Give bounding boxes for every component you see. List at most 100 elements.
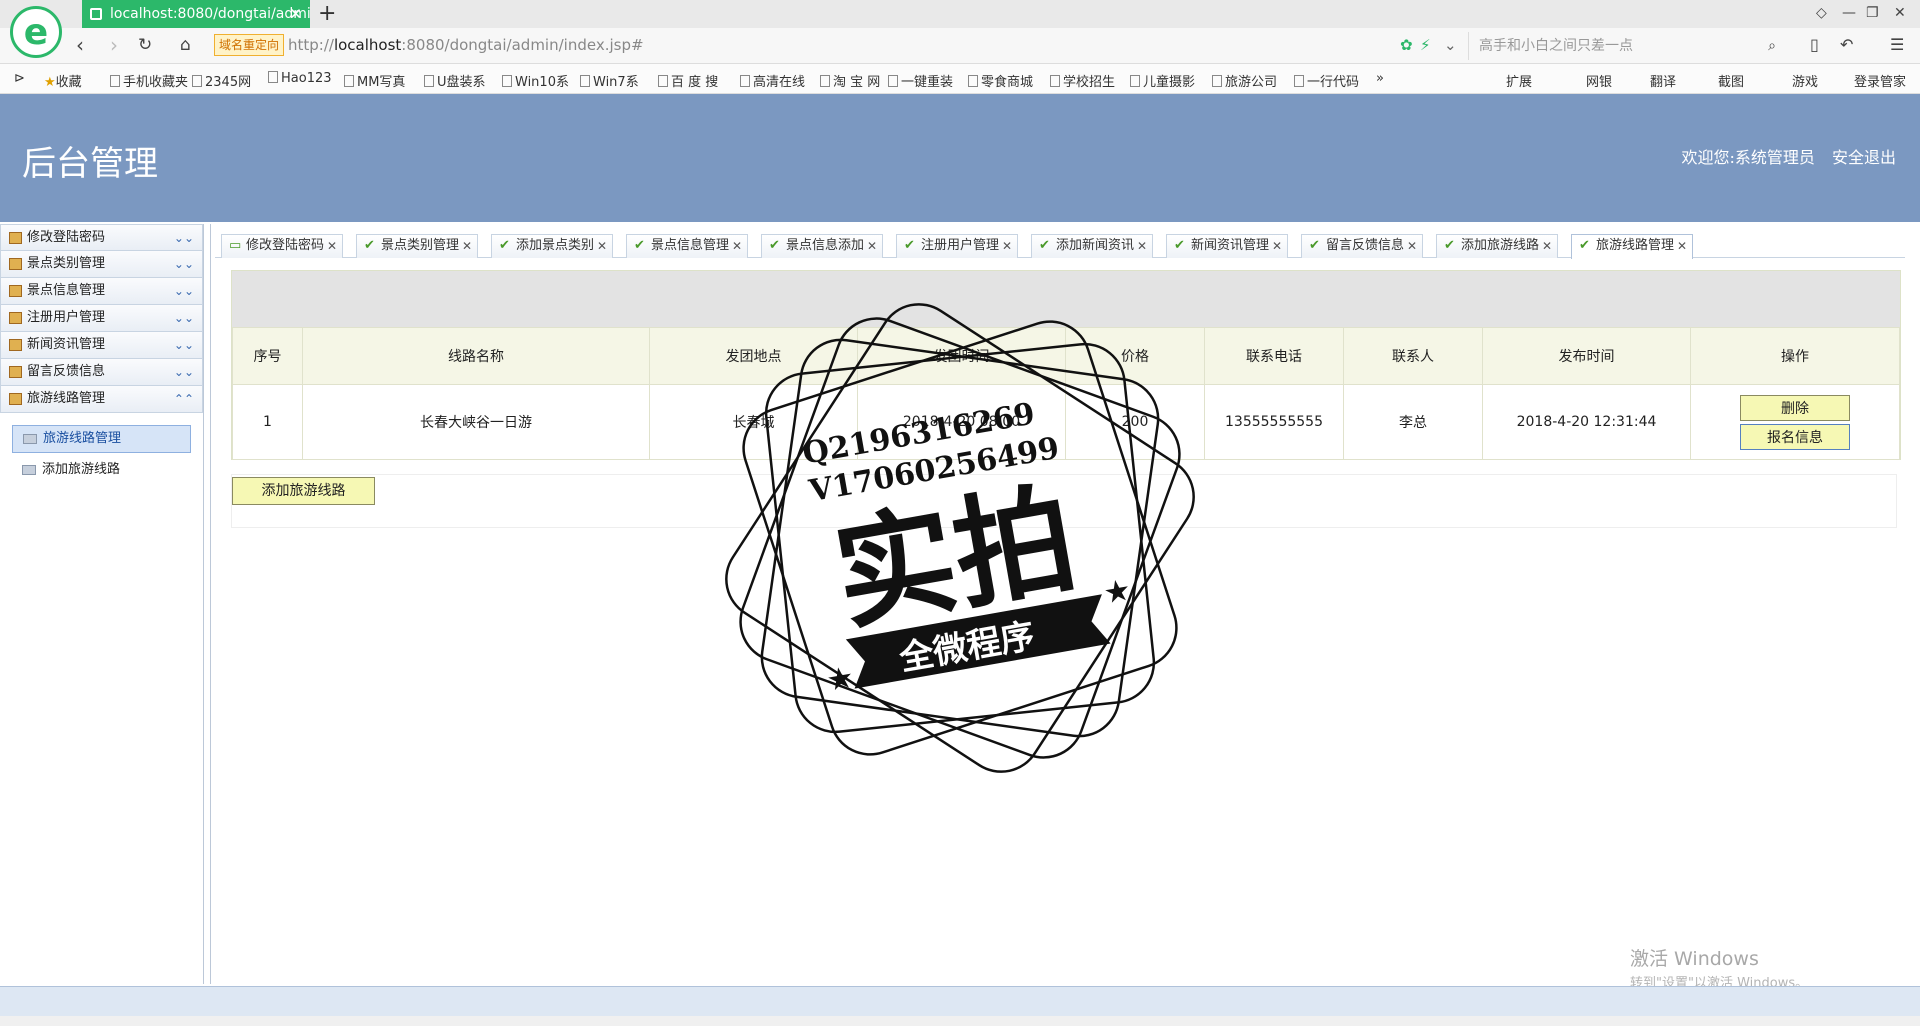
close-icon[interactable]: ✕ [1677,235,1687,257]
tab-add-category[interactable]: ✔ 添加景点类别 ✕ [491,234,614,258]
close-window-icon[interactable]: ✕ [1894,5,1906,21]
search-input[interactable]: 高手和小白之间只差一点 ⌕ [1468,32,1782,60]
sidebar-item-attraction-category[interactable]: 景点类别管理 ⌄⌄ [0,251,203,278]
undo-icon[interactable]: ↶ [1840,35,1853,54]
tab-add-attraction[interactable]: ✔ 景点信息添加 ✕ [761,234,884,258]
url-rest: :8080/dongtai/admin/index.jsp# [401,36,644,54]
reading-icon[interactable]: ▯ [1810,35,1819,54]
close-icon[interactable]: ✕ [1542,235,1552,257]
bookmark-item[interactable]: 旅游公司 [1212,71,1277,90]
close-icon[interactable]: ✕ [597,235,607,257]
skin-icon[interactable]: ◇ [1816,5,1827,21]
new-tab-button[interactable]: + [318,0,336,28]
maximize-icon[interactable]: ❐ [1866,5,1879,21]
tab-users[interactable]: ✔ 注册用户管理 ✕ [896,234,1019,258]
security-icon[interactable]: ✿ [1400,36,1413,54]
cell-contact: 李总 [1343,384,1483,460]
tab-change-password[interactable]: ▭ 修改登陆密码 ✕ [221,234,344,258]
bookmark-item[interactable]: MM写真 [344,71,405,90]
tool-login-manager[interactable]: 登录管家 [1854,71,1906,90]
sidebar-item-news[interactable]: 新闻资讯管理 ⌄⌄ [0,332,203,359]
dropdown-icon[interactable]: ⌄ [1444,36,1457,54]
chevron-down-icon: ⌄⌄ [173,284,194,298]
route-table: 序号 线路名称 发团地点 发团时间 价格 联系电话 联系人 发布时间 操作 1 … [232,327,1900,460]
url-field[interactable]: http://localhost:8080/dongtai/admin/inde… [288,36,644,54]
close-icon[interactable]: ✕ [1137,235,1147,257]
bookmark-item[interactable]: 百 度 搜 [658,71,718,90]
bookmark-item[interactable]: 学校招生 [1050,71,1115,90]
tool-games[interactable]: 游戏 [1792,71,1818,90]
bookmark-item[interactable]: 儿童摄影 [1130,71,1195,90]
bookmark-item[interactable]: 手机收藏夹 [110,71,188,90]
signup-info-button[interactable]: 报名信息 [1740,423,1850,450]
sidebar-toggle-icon[interactable]: ⊳ [14,71,25,86]
bookmark-favorites[interactable]: ★收藏 [44,71,82,90]
tool-banking[interactable]: 网银 [1586,71,1612,90]
bookmark-item[interactable]: 2345网 [192,71,251,90]
submenu-route-add[interactable]: 添加旅游线路 [12,457,191,485]
sidebar-item-users[interactable]: 注册用户管理 ⌄⌄ [0,305,203,332]
tab-feedback[interactable]: ✔ 留言反馈信息 ✕ [1301,234,1424,258]
content-tabs: ▭ 修改登陆密码 ✕ ✔ 景点类别管理 ✕ ✔ 添加景点类别 ✕ ✔ 景点信息管理 ✕ ✔ 景点信… [215,230,1905,259]
tab-news[interactable]: ✔ 新闻资讯管理 ✕ [1166,234,1289,258]
tab-add-route[interactable]: ✔ 添加旅游线路 ✕ [1436,234,1559,258]
sidebar: 修改登陆密码 ⌄⌄ 景点类别管理 ⌄⌄ 景点信息管理 ⌄⌄ 注册用户管理 ⌄⌄ 新闻资讯… [0,224,204,984]
menu-icon[interactable]: ☰ [1890,35,1904,54]
sidebar-item-routes[interactable]: 旅游线路管理 ⌃⌃ [0,386,203,413]
sidebar-item-attraction-info[interactable]: 景点信息管理 ⌄⌄ [0,278,203,305]
close-icon[interactable]: ✕ [1407,235,1417,257]
sidebar-item-change-password[interactable]: 修改登陆密码 ⌄⌄ [0,224,203,251]
bookmark-item[interactable]: 高清在线 [740,71,805,90]
redirect-badge[interactable]: 域名重定向 [214,34,285,56]
tab-add-news[interactable]: ✔ 添加新闻资讯 ✕ [1031,234,1154,258]
column-header: 线路名称 [302,327,650,385]
close-icon[interactable]: ✕ [867,235,877,257]
bookmarks-more[interactable]: » [1376,71,1384,86]
delete-button[interactable]: 删除 [1740,394,1850,421]
back-icon[interactable]: ‹ [76,34,84,56]
close-icon[interactable]: ✕ [1272,235,1282,257]
bookmark-item[interactable]: Win10系 [502,71,569,90]
close-icon[interactable]: ✕ [327,235,337,257]
column-header: 联系人 [1343,327,1483,385]
bookmark-item[interactable]: 一行代码 [1294,71,1359,90]
browser-tab[interactable]: localhost:8080/dongtai/admi ✕ [82,0,311,28]
close-icon[interactable]: ✕ [462,235,472,257]
add-route-button[interactable]: 添加旅游线路 [232,477,375,505]
bookmark-item[interactable]: U盘装系 [424,71,486,90]
windows-activation-title: 激活 Windows [1630,948,1759,970]
sidebar-item-feedback[interactable]: 留言反馈信息 ⌄⌄ [0,359,203,386]
close-tab-icon[interactable]: ✕ [289,0,302,28]
app-header: 后台管理 欢迎您:系统管理员 安全退出 [0,94,1920,222]
lightning-icon[interactable]: ⚡ [1420,36,1431,54]
tool-screenshot[interactable]: 截图 [1718,71,1744,90]
reload-icon[interactable]: ↻ [138,34,152,56]
bookmark-item[interactable]: Win7系 [580,71,639,90]
close-icon[interactable]: ✕ [732,235,742,257]
bookmark-item[interactable]: 零食商城 [968,71,1033,90]
logout-link[interactable]: 安全退出 [1832,148,1896,167]
forward-icon[interactable]: › [110,34,118,56]
folder-icon [9,339,22,351]
bookmark-icon [1212,75,1222,87]
bookmark-item[interactable]: 淘 宝 网 [820,71,880,90]
close-icon[interactable]: ✕ [1002,235,1012,257]
bookmark-icon [888,75,898,87]
bookmark-icon [502,75,512,87]
tool-extensions[interactable]: 扩展 [1506,71,1532,90]
submenu-route-manage[interactable]: 旅游线路管理 [12,425,191,453]
page-icon [90,8,102,20]
tab-attraction-category[interactable]: ✔ 景点类别管理 ✕ [356,234,479,258]
minimize-icon[interactable]: — [1842,5,1856,21]
bookmark-icon [192,75,202,87]
tab-attraction-info[interactable]: ✔ 景点信息管理 ✕ [626,234,749,258]
tool-translate[interactable]: 翻译 [1650,71,1676,90]
tab-label: 添加新闻资讯 [1056,238,1135,253]
tab-route-manage[interactable]: ✔ 旅游线路管理 ✕ [1571,234,1694,259]
bookmark-item[interactable]: 一键重装 [888,71,953,90]
column-header: 发布时间 [1482,327,1691,385]
welcome-text: 欢迎您:系统管理员 [1681,148,1815,167]
bookmark-item[interactable]: Hao123 [268,71,332,86]
search-icon[interactable]: ⌕ [1768,32,1776,60]
home-icon[interactable]: ⌂ [180,34,191,56]
